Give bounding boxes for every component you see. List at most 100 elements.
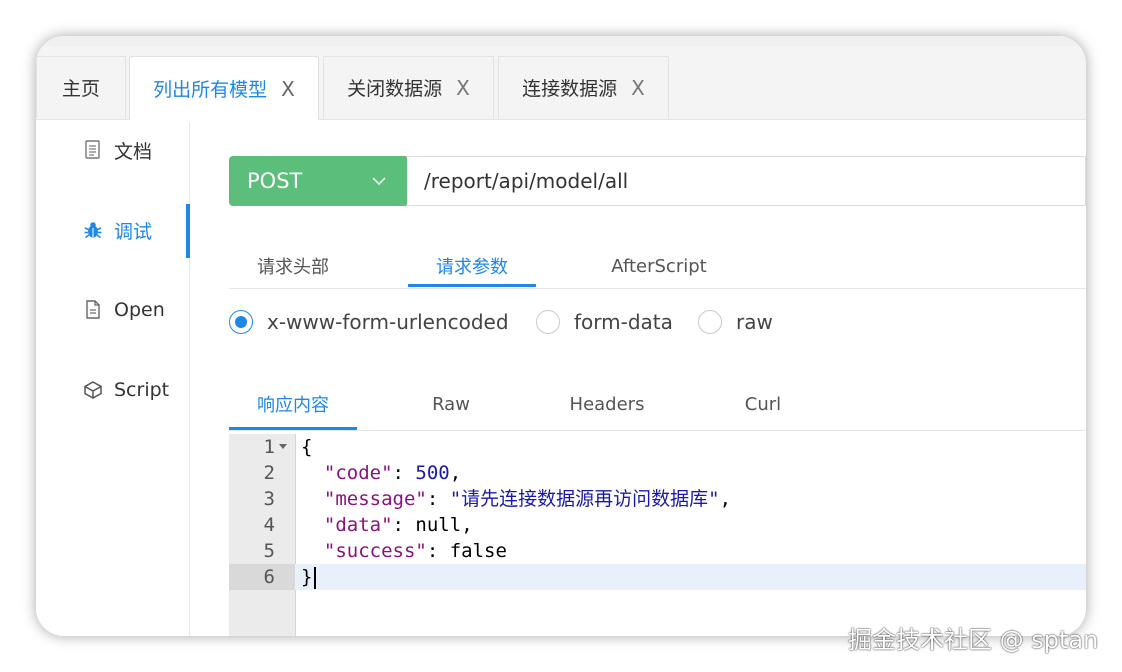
code-line: 4 "data": null, (229, 512, 1086, 538)
json-sep: : (392, 514, 416, 536)
watermark: 掘金技术社区 @ sptan (848, 626, 1099, 654)
cube-icon (82, 379, 104, 401)
tab-request-headers[interactable]: 请求头部 (229, 244, 357, 288)
tab-label: 连接数据源 (522, 78, 618, 100)
tab-list-models[interactable]: 列出所有模型 X (129, 56, 319, 120)
active-tab-underline (408, 284, 536, 287)
response-editor[interactable]: 1 { 2 "code": 500, 3 "message": "请先连接数据源… (229, 434, 1086, 636)
tab-response-curl[interactable]: Curl (701, 378, 825, 430)
sidebar-item-label: 调试 (114, 220, 153, 243)
radio-circle[interactable] (536, 310, 560, 334)
app-window: 主页 列出所有模型 X 关闭数据源 X 连接数据源 X 文档 调试 Open S… (36, 36, 1086, 636)
radio-urlencoded[interactable]: x-www-form-urlencoded (229, 304, 509, 340)
json-comma: , (449, 462, 462, 484)
code-brace: } (301, 566, 313, 588)
code-text: "success": false (301, 538, 507, 564)
sidebar-divider (189, 122, 190, 636)
line-number: 4 (263, 514, 275, 536)
sidebar-item-debug[interactable]: 调试 (36, 210, 190, 250)
code-text: "data": null, (301, 512, 473, 538)
tab-label: 主页 (61, 78, 100, 100)
line-number: 5 (263, 540, 275, 562)
close-icon[interactable]: X (631, 76, 645, 100)
window-top-strip (36, 36, 1086, 46)
code-line-current: 6 } (229, 564, 1086, 590)
tab-label: 请求头部 (257, 257, 329, 278)
tab-response-headers[interactable]: Headers (545, 378, 669, 430)
document-icon (82, 139, 104, 161)
json-value: false (449, 540, 507, 562)
line-number: 1 (263, 436, 275, 458)
radio-form-data[interactable]: form-data (536, 304, 673, 340)
tab-label: Curl (744, 393, 782, 415)
code-line: 1 { (229, 434, 1086, 460)
tab-response-content[interactable]: 响应内容 (229, 378, 357, 430)
tab-response-raw[interactable]: Raw (389, 378, 513, 430)
sidebar-item-label: Script (114, 379, 170, 401)
line-number: 6 (263, 566, 275, 588)
tab-home[interactable]: 主页 (36, 56, 126, 118)
active-tab-underline (229, 427, 357, 430)
tab-label: 响应内容 (257, 395, 329, 416)
json-key: "code" (323, 462, 393, 484)
json-value: 500 (415, 462, 450, 484)
request-url-bar: POST /report/api/model/all (229, 156, 1086, 206)
json-comma: , (461, 514, 473, 536)
close-icon[interactable]: X (456, 76, 470, 100)
json-value: null (415, 514, 462, 536)
code-line: 5 "success": false (229, 538, 1086, 564)
tab-label: Headers (569, 393, 645, 415)
tab-bar: 主页 列出所有模型 X 关闭数据源 X 连接数据源 X (36, 46, 1086, 120)
code-text: } (301, 564, 317, 590)
method-select[interactable]: POST (229, 156, 407, 206)
json-value: "请先连接数据源再访问数据库" (449, 488, 720, 510)
json-key: "success" (323, 540, 427, 562)
request-tabs: 请求头部 请求参数 AfterScript (229, 244, 1086, 289)
json-key: "message" (323, 488, 427, 510)
sidebar-item-label: Open (114, 299, 165, 321)
url-text: /report/api/model/all (424, 169, 629, 193)
text-cursor (314, 566, 317, 589)
json-comma: , (719, 488, 732, 510)
fold-arrow-icon[interactable] (279, 444, 287, 449)
sidebar-active-indicator (186, 204, 190, 258)
json-key: "data" (323, 514, 393, 536)
code-text: "message": "请先连接数据源再访问数据库", (301, 486, 731, 512)
radio-label: form-data (574, 310, 673, 334)
response-tabs: 响应内容 Raw Headers Curl (229, 378, 1086, 431)
close-icon[interactable]: X (281, 77, 295, 101)
code-line: 2 "code": 500, (229, 460, 1086, 486)
json-sep: : (392, 462, 416, 484)
radio-circle[interactable] (229, 310, 253, 334)
radio-label: x-www-form-urlencoded (267, 310, 509, 334)
line-number: 2 (263, 462, 275, 484)
json-sep: : (426, 488, 450, 510)
code-line: 3 "message": "请先连接数据源再访问数据库", (229, 486, 1086, 512)
line-number: 3 (263, 488, 275, 510)
tab-label: 列出所有模型 (153, 79, 268, 101)
sidebar-item-label: 文档 (114, 140, 153, 163)
sidebar: 文档 调试 Open Script (36, 120, 190, 636)
json-sep: : (426, 540, 450, 562)
method-label: POST (247, 169, 303, 193)
file-icon (82, 299, 104, 321)
tab-close-datasource[interactable]: 关闭数据源 X (323, 56, 494, 118)
sidebar-item-script[interactable]: Script (36, 370, 190, 410)
tab-label: Raw (432, 393, 470, 415)
sidebar-item-open[interactable]: Open (36, 290, 190, 330)
tab-label: 请求参数 (436, 257, 508, 278)
radio-label: raw (736, 310, 773, 334)
tab-connect-datasource[interactable]: 连接数据源 X (498, 56, 669, 118)
tab-label: AfterScript (611, 255, 707, 277)
code-text: { (301, 436, 313, 458)
bug-icon (82, 219, 104, 241)
code-text: "code": 500, (301, 460, 461, 486)
url-input[interactable]: /report/api/model/all (406, 156, 1086, 206)
radio-circle[interactable] (698, 310, 722, 334)
tab-label: 关闭数据源 (347, 78, 443, 100)
radio-raw[interactable]: raw (698, 304, 773, 340)
tab-afterscript[interactable]: AfterScript (595, 244, 723, 288)
sidebar-item-docs[interactable]: 文档 (36, 130, 190, 170)
chevron-down-icon (371, 171, 387, 195)
tab-request-params[interactable]: 请求参数 (408, 244, 536, 288)
